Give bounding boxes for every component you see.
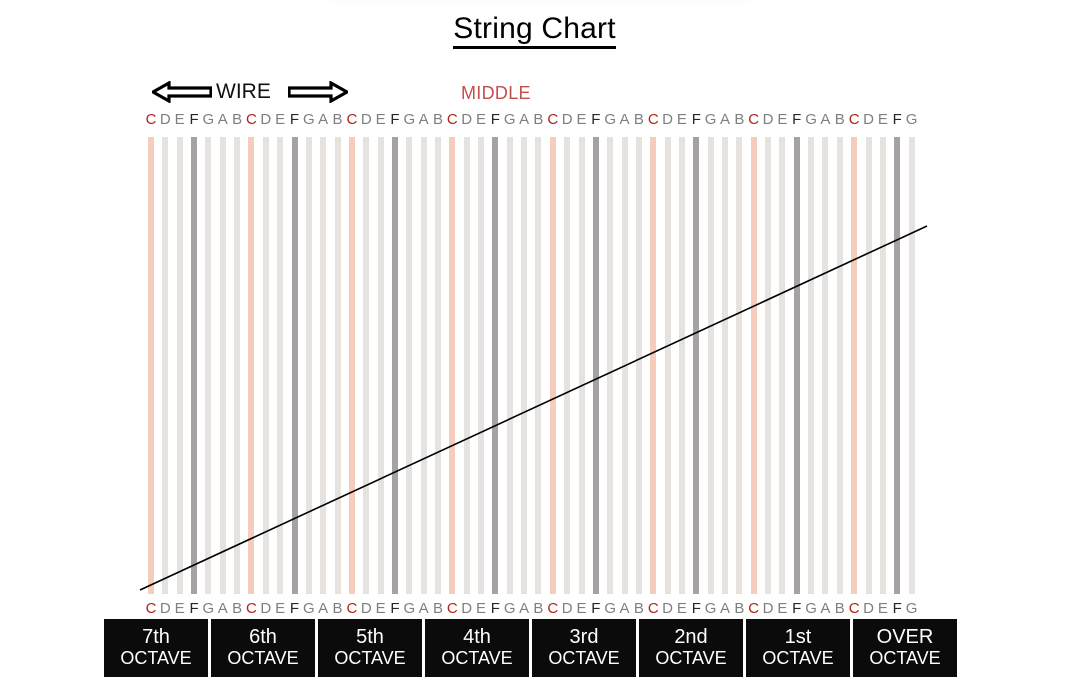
octave-box[interactable]: OVER OCTAVE bbox=[853, 619, 957, 677]
chart-canvas: String Chart WIRE MIDDLE CDEFGABCDEFGABC… bbox=[0, 0, 1069, 686]
string-line bbox=[635, 137, 642, 594]
octave-word: OCTAVE bbox=[762, 648, 834, 669]
octave-box[interactable]: 7th OCTAVE bbox=[104, 619, 208, 677]
octave-box[interactable]: 4th OCTAVE bbox=[425, 619, 529, 677]
arrow-right-icon bbox=[287, 80, 351, 108]
string-line bbox=[348, 137, 355, 594]
string-line bbox=[664, 137, 671, 594]
string-line bbox=[148, 137, 154, 594]
string-line bbox=[277, 137, 284, 594]
octave-word: OCTAVE bbox=[548, 648, 620, 669]
octave-ordinal: 2nd bbox=[674, 626, 708, 649]
wire-annotation: WIRE bbox=[149, 79, 352, 108]
string-line bbox=[449, 137, 456, 594]
string-line bbox=[707, 137, 714, 594]
page-title-text: String Chart bbox=[453, 12, 616, 49]
string-line bbox=[908, 137, 915, 594]
string-line bbox=[492, 137, 499, 594]
string-line bbox=[549, 137, 556, 594]
string-line bbox=[320, 137, 327, 594]
page-title: String Chart bbox=[0, 12, 1069, 49]
string-line bbox=[478, 137, 485, 594]
string-line bbox=[865, 137, 872, 594]
octave-box[interactable]: 1st OCTAVE bbox=[746, 619, 850, 677]
arrow-left-icon bbox=[149, 80, 213, 108]
string-line bbox=[219, 137, 226, 594]
string-line bbox=[879, 137, 886, 594]
octave-word: OCTAVE bbox=[441, 648, 513, 669]
note-row-top: CDEFGABCDEFGABCDEFGABCDEFGABCDEFGABCDEFG… bbox=[0, 110, 1069, 130]
octave-ordinal: 3rd bbox=[569, 626, 599, 649]
octave-ordinal: 7th bbox=[142, 626, 170, 649]
octave-box[interactable]: 6th OCTAVE bbox=[211, 619, 315, 677]
string-line bbox=[377, 137, 384, 594]
string-line bbox=[693, 137, 700, 594]
octave-ordinal: 4th bbox=[463, 626, 491, 649]
string-line bbox=[176, 137, 183, 594]
octave-box[interactable]: 2nd OCTAVE bbox=[639, 619, 743, 677]
string-line bbox=[162, 137, 169, 594]
string-line bbox=[750, 137, 757, 594]
octave-ordinal: OVER bbox=[876, 626, 934, 649]
string-line bbox=[406, 137, 413, 594]
string-line bbox=[678, 137, 685, 594]
string-lines-group bbox=[0, 137, 1069, 594]
string-line bbox=[535, 137, 542, 594]
note-label: G bbox=[905, 600, 918, 617]
string-line bbox=[234, 137, 241, 594]
string-line bbox=[722, 137, 728, 594]
string-line bbox=[607, 137, 614, 594]
string-line bbox=[822, 137, 829, 594]
string-line bbox=[521, 137, 528, 594]
string-line bbox=[564, 137, 571, 594]
octave-word: OCTAVE bbox=[120, 648, 192, 669]
string-line bbox=[191, 137, 198, 594]
string-line bbox=[578, 137, 585, 594]
wire-label: WIRE bbox=[216, 80, 271, 103]
middle-label: MIDDLE bbox=[461, 83, 531, 103]
string-line bbox=[391, 137, 398, 594]
string-line bbox=[305, 137, 312, 594]
string-line bbox=[363, 137, 370, 594]
string-line bbox=[808, 137, 815, 594]
octave-ordinal: 1st bbox=[784, 626, 812, 649]
string-line bbox=[435, 137, 441, 594]
octave-word: OCTAVE bbox=[655, 648, 727, 669]
octave-box[interactable]: 3rd OCTAVE bbox=[532, 619, 636, 677]
string-line bbox=[291, 137, 298, 594]
string-line bbox=[793, 137, 800, 594]
string-line bbox=[851, 137, 858, 594]
top-cutoff-sliver bbox=[330, 0, 750, 3]
string-line bbox=[205, 137, 212, 594]
string-line bbox=[592, 137, 599, 594]
string-line bbox=[779, 137, 786, 594]
string-line bbox=[621, 137, 628, 594]
string-line bbox=[463, 137, 470, 594]
octave-word: OCTAVE bbox=[869, 648, 941, 669]
string-line bbox=[650, 137, 657, 594]
octave-word: OCTAVE bbox=[334, 648, 406, 669]
octave-ordinal: 5th bbox=[356, 626, 384, 649]
string-line bbox=[894, 137, 901, 594]
octave-box[interactable]: 5th OCTAVE bbox=[318, 619, 422, 677]
string-line bbox=[736, 137, 743, 594]
string-line bbox=[334, 137, 341, 594]
string-line bbox=[765, 137, 772, 594]
string-line bbox=[420, 137, 427, 594]
string-line bbox=[262, 137, 269, 594]
string-line bbox=[506, 137, 513, 594]
string-line bbox=[836, 137, 843, 594]
octave-word: OCTAVE bbox=[227, 648, 299, 669]
note-row-bottom: CDEFGABCDEFGABCDEFGABCDEFGABCDEFGABCDEFG… bbox=[0, 599, 1069, 619]
octave-ordinal: 6th bbox=[249, 626, 277, 649]
octave-label-row: 7th OCTAVE 6th OCTAVE 5th OCTAVE 4th OCTAVE 3rd O… bbox=[104, 619, 957, 677]
string-line bbox=[248, 137, 255, 594]
note-label: G bbox=[905, 111, 918, 128]
